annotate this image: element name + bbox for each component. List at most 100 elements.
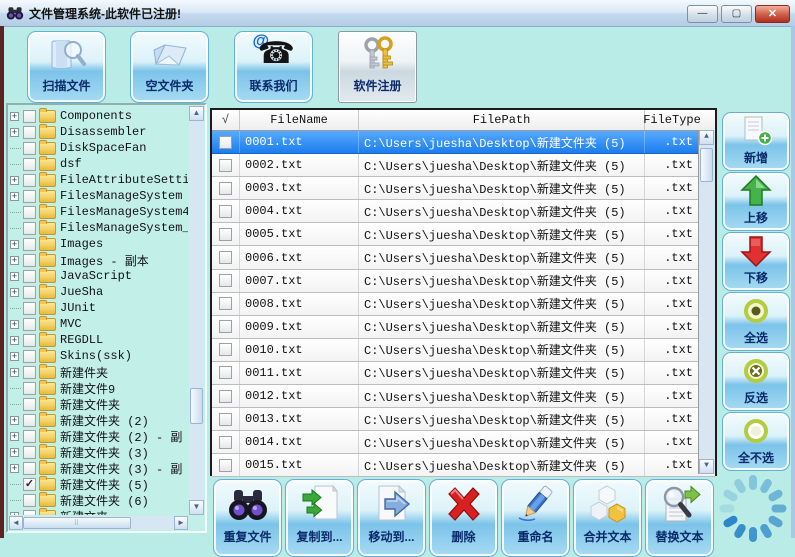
- row-checkbox[interactable]: [219, 297, 232, 310]
- tree-checkbox[interactable]: [23, 142, 36, 155]
- tree-checkbox[interactable]: [23, 398, 36, 411]
- table-row[interactable]: 0010.txtC:\Users\juesha\Desktop\新建文件夹 (5…: [212, 339, 715, 362]
- tree-item[interactable]: +JavaScript: [10, 268, 188, 284]
- rename-button[interactable]: 重命名: [501, 479, 570, 557]
- tree-item[interactable]: 新建文件夹 (6): [10, 492, 188, 508]
- row-checkbox[interactable]: [219, 182, 232, 195]
- tree-item[interactable]: +Skins(ssk): [10, 348, 188, 364]
- tree-item[interactable]: +新建文夹: [10, 508, 188, 515]
- scroll-right-icon[interactable]: ►: [174, 516, 188, 530]
- tree-expander-icon[interactable]: +: [10, 240, 19, 249]
- table-row[interactable]: 0015.txtC:\Users\juesha\Desktop\新建文件夹 (5…: [212, 454, 715, 477]
- tree-checkbox[interactable]: [23, 174, 36, 187]
- tree-checkbox[interactable]: [23, 206, 36, 219]
- tree-checkbox[interactable]: [23, 270, 36, 283]
- tree-item[interactable]: 新建文件夹: [10, 396, 188, 412]
- row-checkbox[interactable]: [219, 390, 232, 403]
- tree-item[interactable]: DiskSpaceFan: [10, 140, 188, 156]
- table-scroll-up-icon[interactable]: ▲: [699, 130, 714, 145]
- tree-checkbox[interactable]: [23, 414, 36, 427]
- check-column-header[interactable]: √: [212, 110, 240, 130]
- tree-item[interactable]: 新建文件9: [10, 380, 188, 396]
- table-row[interactable]: 0005.txtC:\Users\juesha\Desktop\新建文件夹 (5…: [212, 223, 715, 246]
- scroll-up-icon[interactable]: ▲: [189, 106, 204, 121]
- duplicate-files-button[interactable]: 重复文件: [213, 479, 282, 557]
- move-up-button[interactable]: 上移: [722, 172, 790, 231]
- tree-expander-icon[interactable]: +: [10, 128, 19, 137]
- select-all-button[interactable]: 全选: [722, 292, 790, 351]
- table-row[interactable]: 0007.txtC:\Users\juesha\Desktop\新建文件夹 (5…: [212, 270, 715, 293]
- table-row[interactable]: 0001.txtC:\Users\juesha\Desktop\新建文件夹 (5…: [212, 131, 715, 154]
- tree-item[interactable]: FilesManageSystem4: [10, 204, 188, 220]
- tree-scroll-thumb[interactable]: [190, 388, 203, 424]
- maximize-button[interactable]: ▢: [721, 5, 752, 23]
- tree-checkbox[interactable]: [23, 302, 36, 315]
- row-checkbox[interactable]: [219, 343, 232, 356]
- contact-us-button[interactable]: @ ☎ 联系我们: [234, 31, 313, 103]
- tree-item[interactable]: +新建文件夹 (3) - 副: [10, 460, 188, 476]
- table-row[interactable]: 0008.txtC:\Users\juesha\Desktop\新建文件夹 (5…: [212, 293, 715, 316]
- tree-expander-icon[interactable]: +: [10, 288, 19, 297]
- table-vertical-scrollbar[interactable]: ▲ ▼: [698, 130, 715, 474]
- tree-item[interactable]: FilesManageSystem_: [10, 220, 188, 236]
- row-checkbox[interactable]: [219, 136, 232, 149]
- row-checkbox[interactable]: [219, 274, 232, 287]
- empty-folder-button[interactable]: 空文件夹: [130, 31, 209, 103]
- tree-expander-icon[interactable]: +: [10, 352, 19, 361]
- tree-expander-icon[interactable]: +: [10, 336, 19, 345]
- table-row[interactable]: 0003.txtC:\Users\juesha\Desktop\新建文件夹 (5…: [212, 177, 715, 200]
- tree-item[interactable]: ✓新建文件夹 (5): [10, 476, 188, 492]
- tree-item[interactable]: +FileAttributeSetti: [10, 172, 188, 188]
- row-checkbox[interactable]: [219, 159, 232, 172]
- row-checkbox[interactable]: [219, 436, 232, 449]
- tree-checkbox[interactable]: [23, 334, 36, 347]
- tree-checkbox[interactable]: [23, 430, 36, 443]
- scroll-down-icon[interactable]: ▼: [189, 500, 204, 515]
- scan-files-button[interactable]: 扫描文件: [27, 31, 106, 103]
- move-to-button[interactable]: 移动到...: [357, 479, 426, 557]
- tree-checkbox[interactable]: [23, 494, 36, 507]
- tree-checkbox[interactable]: [23, 462, 36, 475]
- table-row[interactable]: 0013.txtC:\Users\juesha\Desktop\新建文件夹 (5…: [212, 408, 715, 431]
- tree-checkbox[interactable]: [23, 286, 36, 299]
- table-row[interactable]: 0006.txtC:\Users\juesha\Desktop\新建文件夹 (5…: [212, 246, 715, 269]
- replace-text-button[interactable]: 替换文本: [645, 479, 714, 557]
- tree-expander-icon[interactable]: +: [10, 368, 19, 377]
- tree-item[interactable]: +新建文件夹 (3): [10, 444, 188, 460]
- tree-expander-icon[interactable]: +: [10, 192, 19, 201]
- tree-checkbox[interactable]: [23, 254, 36, 267]
- tree-item[interactable]: +Disassembler: [10, 124, 188, 140]
- table-row[interactable]: 0012.txtC:\Users\juesha\Desktop\新建文件夹 (5…: [212, 385, 715, 408]
- tree-item[interactable]: +新建文件夹 (2): [10, 412, 188, 428]
- tree-expander-icon[interactable]: +: [10, 176, 19, 185]
- filepath-column-header[interactable]: FilePath: [359, 110, 645, 130]
- tree-vertical-scrollbar[interactable]: ▲ ▼: [189, 106, 204, 515]
- tree-checkbox[interactable]: [23, 366, 36, 379]
- tree-checkbox[interactable]: [23, 158, 36, 171]
- minimize-button[interactable]: —: [687, 5, 718, 23]
- select-none-button[interactable]: 全不选: [722, 412, 790, 471]
- tree-expander-icon[interactable]: +: [10, 464, 19, 473]
- table-scroll-thumb[interactable]: [700, 148, 713, 182]
- tree-item[interactable]: +MVC: [10, 316, 188, 332]
- tree-checkbox[interactable]: [23, 318, 36, 331]
- tree-checkbox[interactable]: [23, 382, 36, 395]
- merge-text-button[interactable]: 合并文本: [573, 479, 642, 557]
- table-row[interactable]: 0004.txtC:\Users\juesha\Desktop\新建文件夹 (5…: [212, 200, 715, 223]
- table-scroll-down-icon[interactable]: ▼: [699, 459, 714, 474]
- row-checkbox[interactable]: [219, 205, 232, 218]
- tree-item[interactable]: +Images: [10, 236, 188, 252]
- tree-checkbox[interactable]: [23, 190, 36, 203]
- copy-to-button[interactable]: 复制到...: [285, 479, 354, 557]
- close-button[interactable]: ✕: [755, 5, 790, 23]
- move-down-button[interactable]: 下移: [722, 232, 790, 291]
- filename-column-header[interactable]: FileName: [240, 110, 359, 130]
- add-new-button[interactable]: 新增: [722, 112, 790, 171]
- tree-checkbox[interactable]: [23, 446, 36, 459]
- row-checkbox[interactable]: [219, 228, 232, 241]
- tree-item[interactable]: +Components: [10, 108, 188, 124]
- tree-expander-icon[interactable]: +: [10, 272, 19, 281]
- row-checkbox[interactable]: [219, 320, 232, 333]
- tree-expander-icon[interactable]: +: [10, 112, 19, 121]
- table-row[interactable]: 0011.txtC:\Users\juesha\Desktop\新建文件夹 (5…: [212, 362, 715, 385]
